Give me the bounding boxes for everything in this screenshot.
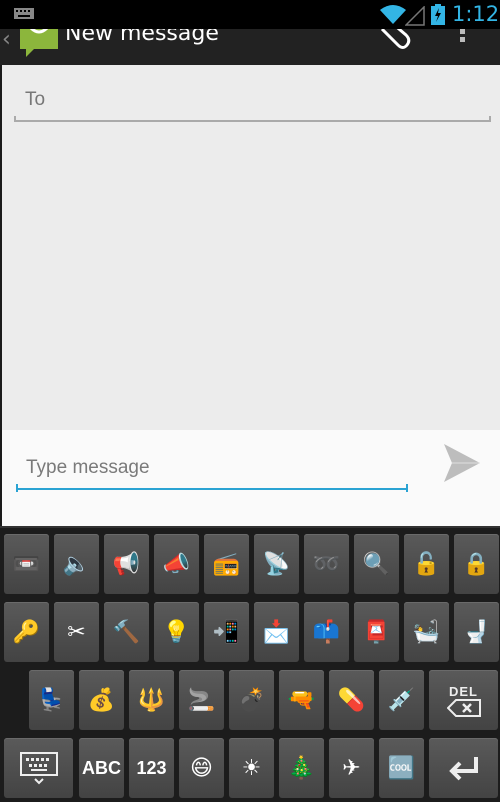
emoji-key[interactable]: 📩: [254, 602, 299, 662]
airplane-icon: ✈: [342, 755, 361, 781]
abc-label: ABC: [82, 757, 121, 778]
numbers-key[interactable]: 123: [129, 738, 174, 798]
enter-icon: [448, 757, 478, 781]
emoji-key[interactable]: 🔱: [129, 670, 174, 730]
battery-charging-icon: [431, 4, 445, 25]
input-edge-left: [16, 484, 18, 492]
emoji-key[interactable]: 💊: [329, 670, 374, 730]
cigarette-icon: 🚬: [187, 687, 216, 713]
delete-label: DEL: [449, 683, 478, 699]
enter-key[interactable]: [429, 738, 498, 798]
gun-icon: 🔫: [287, 687, 316, 713]
satellite-dish-icon: 📡: [262, 551, 291, 577]
emoji-key[interactable]: 💺: [29, 670, 74, 730]
key-icon: 🔑: [12, 619, 41, 645]
emoji-key[interactable]: 💣: [229, 670, 274, 730]
light-bulb-icon: 💡: [162, 619, 191, 645]
emoji-key[interactable]: ✈: [329, 738, 374, 798]
send-icon[interactable]: [442, 444, 482, 482]
page-title: New message: [65, 29, 219, 46]
emoji-key[interactable]: ☀: [229, 738, 274, 798]
emoji-key[interactable]: 🚽: [454, 602, 499, 662]
emoji-key[interactable]: ✂: [54, 602, 99, 662]
christmas-tree-icon: 🎄: [287, 755, 316, 781]
bathtub-icon: 🛀: [412, 619, 441, 645]
emoji-key[interactable]: 📫: [304, 602, 349, 662]
hammer-icon: 🔨: [112, 619, 141, 645]
megaphone-icon: 📢: [112, 551, 141, 577]
voicemail-icon: ➿: [312, 551, 341, 577]
wifi-icon: [380, 5, 406, 24]
input-edge-right: [406, 484, 408, 492]
cool-icon: 🆒: [387, 755, 416, 781]
postbox-icon: 📮: [362, 619, 391, 645]
backspace-icon: [446, 698, 481, 717]
abc-key[interactable]: ABC: [79, 738, 124, 798]
toilet-icon: 🚽: [462, 619, 491, 645]
emoji-key[interactable]: 🔈: [54, 534, 99, 594]
conversation-area: To: [2, 65, 500, 430]
sun-icon: ☀: [241, 755, 262, 781]
radio-icon: 📻: [212, 551, 241, 577]
emoji-key[interactable]: 🔫: [279, 670, 324, 730]
emoji-key[interactable]: 📼: [4, 534, 49, 594]
recipient-label: To: [25, 89, 46, 110]
bomb-icon: 💣: [237, 687, 266, 713]
emoji-key[interactable]: 📮: [354, 602, 399, 662]
emoji-key[interactable]: 🔑: [4, 602, 49, 662]
emoji-key[interactable]: 📻: [204, 534, 249, 594]
magnifier-icon: 🔍: [362, 551, 391, 577]
vhs-tape-icon: 📼: [12, 551, 41, 577]
mailbox-icon: 📫: [312, 619, 341, 645]
speaker-icon: 🔈: [62, 551, 91, 577]
hide-keyboard-key[interactable]: [4, 738, 73, 798]
delete-key[interactable]: DEL: [429, 670, 498, 730]
emoji-key[interactable]: 📢: [104, 534, 149, 594]
compose-bar: [2, 430, 500, 526]
clock: 1:12: [452, 2, 500, 26]
message-input[interactable]: [16, 448, 408, 490]
emoji-key[interactable]: 🚬: [179, 670, 224, 730]
messaging-app-icon[interactable]: [18, 29, 60, 61]
emoji-key[interactable]: 📡: [254, 534, 299, 594]
emoji-key[interactable]: ➿: [304, 534, 349, 594]
emoji-key[interactable]: 💡: [154, 602, 199, 662]
scissors-icon: ✂: [67, 619, 86, 645]
money-bag-icon: 💰: [87, 687, 116, 713]
emoji-key[interactable]: 🔓: [404, 534, 449, 594]
attach-icon[interactable]: [376, 29, 412, 53]
phone-incoming-icon: 📲: [212, 619, 241, 645]
locked-icon: 🔒: [462, 551, 491, 577]
emoji-keyboard: 📼 🔈 📢 📣 📻 📡 ➿ 🔍 🔓 🔒 🔑 ✂ 🔨 💡 📲 📩 📫 📮 🛀 🚽 💺 💰 🔱 🚬 💣 🔫 💊 💉 DEL ABC 123 😄 ☀ 🎄…: [0, 526, 500, 802]
signal-icon: [405, 6, 425, 26]
emoji-key[interactable]: 🔨: [104, 602, 149, 662]
smile-icon: 😄: [190, 755, 213, 781]
emoji-key[interactable]: 💰: [79, 670, 124, 730]
status-bar: 1:12: [0, 0, 500, 29]
seat-icon: 💺: [37, 687, 66, 713]
emoji-key[interactable]: 🆒: [379, 738, 424, 798]
emoji-key[interactable]: 🎄: [279, 738, 324, 798]
emoji-key[interactable]: 📲: [204, 602, 249, 662]
recipient-field[interactable]: To: [14, 85, 491, 122]
action-bar: ‹ New message: [0, 29, 500, 65]
overflow-menu-icon[interactable]: [460, 29, 466, 45]
emoji-key[interactable]: 🔒: [454, 534, 499, 594]
emoji-key[interactable]: 🔍: [354, 534, 399, 594]
trident-icon: 🔱: [137, 687, 166, 713]
emoji-key[interactable]: 💉: [379, 670, 424, 730]
keyboard-icon: [19, 752, 58, 785]
emoji-key[interactable]: 😄: [179, 738, 224, 798]
numbers-label: 123: [136, 757, 167, 778]
pill-icon: 💊: [337, 687, 366, 713]
bell-horn-icon: 📣: [162, 551, 191, 577]
emoji-key[interactable]: 🛀: [404, 602, 449, 662]
envelope-incoming-icon: 📩: [262, 619, 291, 645]
emoji-key[interactable]: 📣: [154, 534, 199, 594]
syringe-icon: 💉: [387, 687, 416, 713]
unlocked-icon: 🔓: [412, 551, 441, 577]
keyboard-icon: [14, 8, 34, 19]
back-icon[interactable]: ‹: [2, 29, 11, 51]
